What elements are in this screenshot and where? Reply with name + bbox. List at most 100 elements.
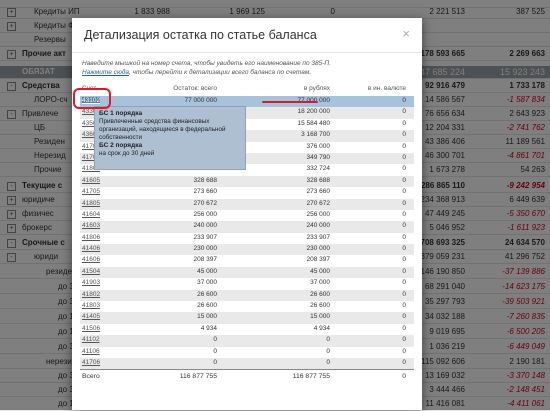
cell-total: 0: [213, 347, 217, 355]
table-row: 41805 270 672 270 672 0: [80, 198, 414, 210]
cell-fx: 0: [402, 119, 406, 127]
table-row: 41506 4 934 4 934 0: [80, 324, 414, 335]
cell-total: 4 934: [200, 324, 217, 332]
cell-fx: 0: [402, 165, 406, 173]
cell-rub: 4 934: [313, 324, 330, 332]
balance-detail-modal: Детализация остатка по статье баланса × …: [72, 18, 422, 410]
cell-fx: 0: [402, 233, 406, 241]
cell-rub: 0: [326, 336, 330, 344]
cell-rub: 15 584 480: [297, 119, 330, 127]
cell-rub: 233 907: [306, 233, 331, 241]
total-label: Всего: [82, 373, 100, 381]
table-row: 41606 208 397 208 397 0: [80, 255, 414, 266]
cell-rub: 349 790: [306, 153, 331, 161]
account-link[interactable]: 41903: [82, 279, 100, 286]
cell-fx: 0: [402, 324, 406, 332]
account-tooltip: БС 1 порядка Привлеченные средства финан…: [94, 106, 246, 170]
cell-total: 0: [213, 358, 217, 366]
account-link[interactable]: 41106: [82, 348, 100, 355]
cell-total: 37 000: [197, 279, 217, 287]
hint-text: Наведите мышкой на номер счета, чтобы ув…: [82, 60, 331, 67]
annotation-underline: [262, 101, 318, 103]
table-row: 41806 233 907 233 907 0: [80, 233, 414, 244]
table-row: 41406 230 000 230 000 0: [80, 244, 414, 256]
account-link[interactable]: 41506: [82, 325, 100, 332]
table-row: 41903 37 000 37 000 0: [80, 278, 414, 289]
cell-rub: 3 168 700: [301, 131, 330, 139]
cell-fx: 0: [402, 336, 406, 344]
cell-fx: 0: [402, 279, 406, 287]
cell-rub: 208 397: [306, 256, 331, 264]
annotation-circle: [73, 88, 111, 109]
cell-rub: 230 000: [306, 245, 331, 253]
account-link[interactable]: 41604: [82, 211, 100, 218]
tooltip-text-1: Привлеченные средства финансовых организ…: [99, 118, 226, 141]
account-link[interactable]: 41705: [82, 188, 100, 195]
table-row: 41106 0 0 0: [80, 347, 414, 358]
tooltip-title-2: БС 2 порядка: [99, 142, 143, 149]
cell-rub: 240 000: [306, 222, 331, 230]
header-total: Остаток: всего: [173, 85, 217, 92]
account-link[interactable]: 41805: [82, 200, 100, 207]
cell-fx: 0: [402, 153, 406, 161]
cell-rub: 0: [326, 358, 330, 366]
cell-total: 273 660: [193, 188, 218, 196]
cell-fx: 0: [402, 210, 406, 218]
cell-fx: 0: [402, 302, 406, 310]
modal-hint: Наведите мышкой на номер счета, чтобы ув…: [82, 59, 412, 77]
cell-total: 26 600: [197, 302, 217, 310]
cell-rub: 328 688: [306, 176, 331, 184]
account-link[interactable]: 41706: [82, 359, 100, 366]
table-row: 41604 256 000 256 000 0: [80, 210, 414, 221]
cell-fx: 0: [402, 142, 406, 150]
table-header: Счет Остаток: всего в рублях в ин. валют…: [80, 82, 414, 96]
cell-rub: 376 000: [306, 142, 331, 150]
account-link[interactable]: 41102: [82, 336, 100, 343]
cell-fx: 0: [402, 290, 406, 298]
cell-fx: 0: [402, 347, 406, 355]
cell-fx: 0: [402, 199, 406, 207]
cell-fx: 0: [402, 313, 406, 321]
account-link[interactable]: 41606: [82, 256, 100, 263]
cell-total: 26 600: [197, 290, 217, 298]
total-fx: 0: [402, 373, 406, 381]
cell-fx: 0: [402, 108, 406, 116]
close-icon[interactable]: ×: [402, 26, 410, 41]
account-link[interactable]: 41603: [82, 222, 100, 229]
cell-fx: 0: [402, 267, 406, 275]
total-all: 116 877 755: [179, 373, 217, 381]
cell-fx: 0: [402, 188, 406, 196]
cell-fx: 0: [402, 176, 406, 184]
cell-total: 45 000: [197, 267, 217, 275]
account-link[interactable]: 41405: [82, 313, 100, 320]
modal-title: Детализация остатка по статье баланса: [84, 28, 317, 42]
table-row: 41605 328 688 328 688 0: [80, 175, 414, 188]
cell-total: 77 000 000: [184, 97, 217, 104]
cell-total: 256 000: [193, 210, 218, 218]
cell-rub: 0: [326, 347, 330, 355]
table-row: 41706 0 0 0: [80, 357, 414, 370]
account-link[interactable]: 41504: [82, 268, 100, 275]
modal-header-divider: [72, 52, 422, 53]
account-link[interactable]: 41406: [82, 245, 100, 252]
cell-total: 240 000: [193, 222, 218, 230]
account-link[interactable]: 41802: [82, 291, 100, 298]
account-link[interactable]: 41803: [82, 302, 100, 309]
cell-total: 15 000: [197, 313, 217, 321]
cell-fx: 0: [402, 97, 406, 104]
cell-fx: 0: [402, 358, 406, 366]
cell-total: 230 000: [193, 245, 218, 253]
table-row: 41705 273 660 273 660 0: [80, 187, 414, 198]
cell-rub: 26 600: [310, 302, 330, 310]
cell-rub: 45 000: [310, 267, 330, 275]
cell-rub: 256 000: [306, 210, 331, 218]
account-link[interactable]: 41806: [82, 234, 100, 241]
account-link[interactable]: 41605: [82, 177, 100, 184]
full-balance-link[interactable]: Нажмите сюда: [82, 69, 129, 76]
table-row: 41504 45 000 45 000 0: [80, 266, 414, 279]
cell-total: 233 907: [193, 233, 218, 241]
cell-rub: 273 660: [306, 188, 331, 196]
table-row: 41802 26 600 26 600 0: [80, 289, 414, 302]
cell-rub: 332 724: [306, 165, 331, 173]
cell-total: 270 672: [193, 199, 218, 207]
